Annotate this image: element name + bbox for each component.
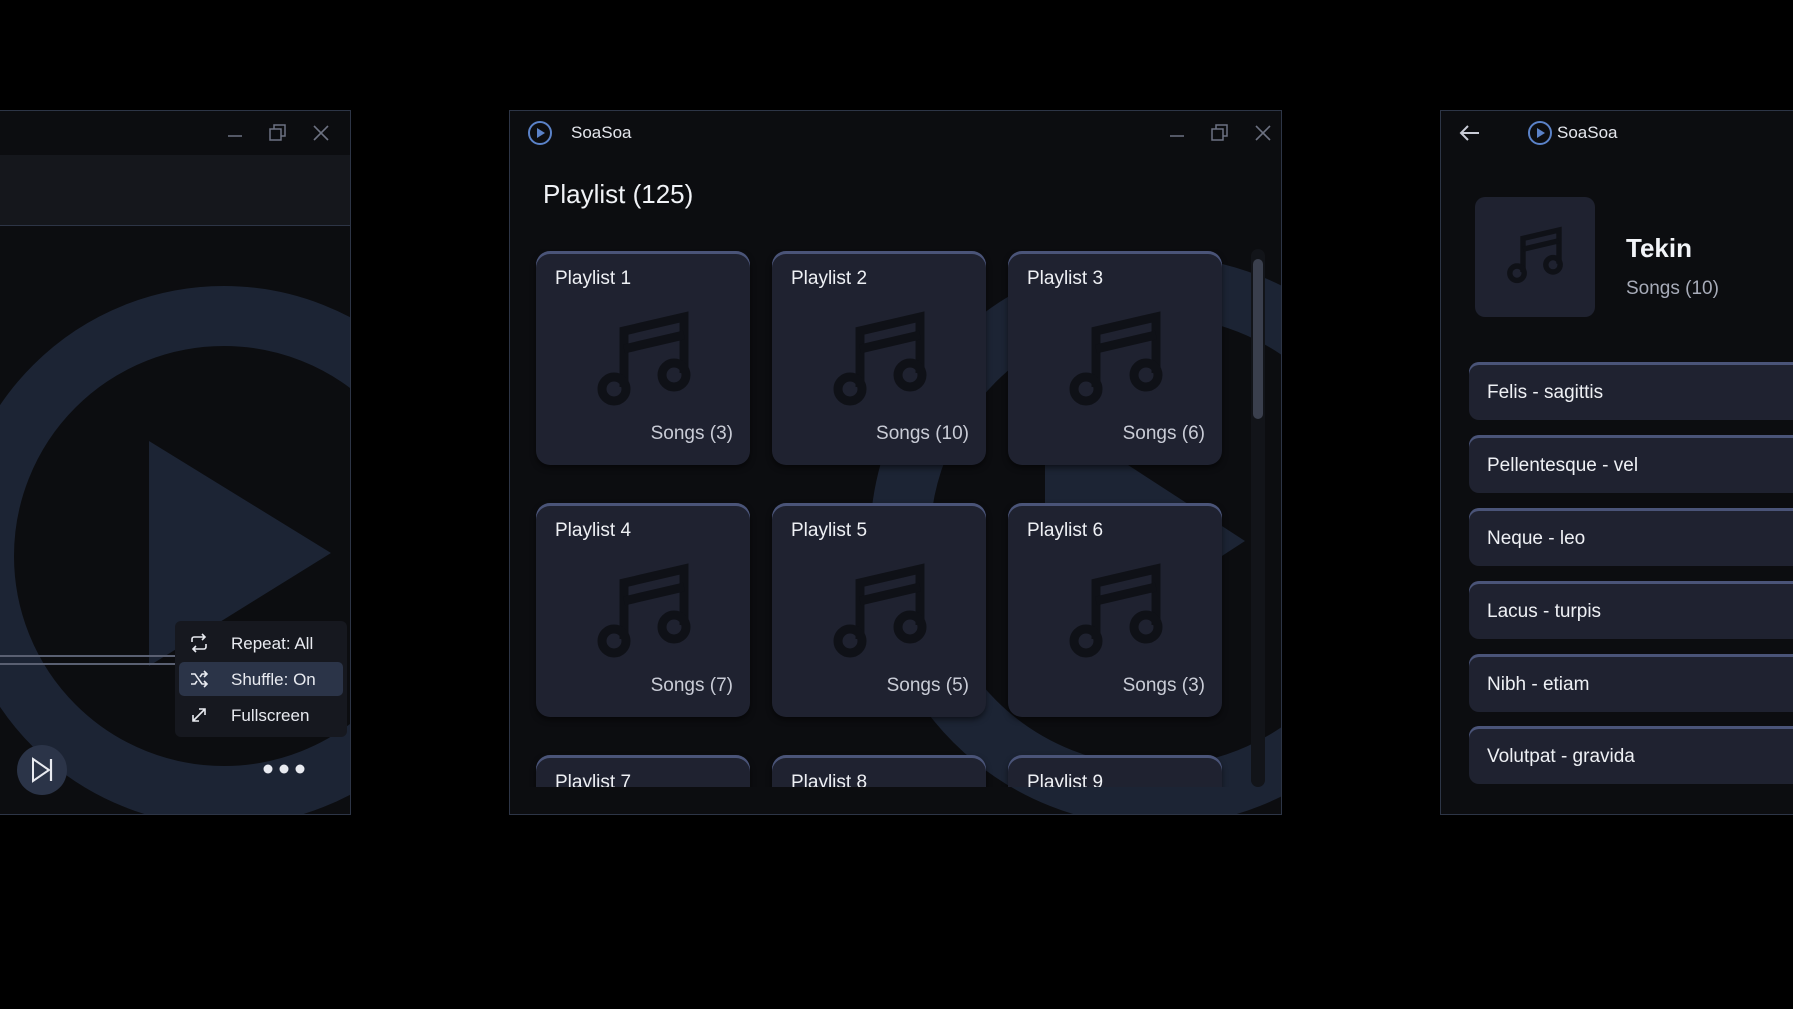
menu-item-label: Repeat: All [231, 634, 314, 653]
menu-item-label: Fullscreen [231, 706, 310, 725]
music-note-icon [833, 311, 927, 406]
song-title: Felis - sagittis [1487, 382, 1604, 403]
music-note-icon [1507, 226, 1563, 284]
scrollbar[interactable] [1251, 249, 1265, 787]
player-window: Repeat: All Shuffle: On Fullscreen [0, 110, 351, 815]
back-arrow-icon[interactable] [1456, 121, 1484, 145]
album-titlebar: SoaSoa [1441, 111, 1793, 153]
restore-icon[interactable] [1206, 121, 1234, 145]
shuffle-icon [191, 670, 209, 688]
app-logo-icon [1526, 121, 1554, 145]
playlist-name: Playlist 3 [1027, 268, 1104, 289]
playlist-card[interactable]: Playlist 9 [1008, 755, 1222, 787]
song-title: Neque - leo [1487, 528, 1586, 549]
song-row[interactable]: Felis - sagittis [1469, 362, 1793, 420]
song-title: Lacus - turpis [1487, 601, 1602, 622]
page-title: Playlist (125) [543, 179, 694, 209]
player-header-bar [0, 155, 350, 226]
playlist-card[interactable]: Playlist 3 Songs (6) [1008, 251, 1222, 465]
playlist-name: Playlist 9 [1027, 772, 1104, 787]
playlist-song-count: Songs (5) [886, 675, 969, 696]
playlist-card[interactable]: Playlist 2 Songs (10) [772, 251, 986, 465]
playlist-card[interactable]: Playlist 7 [536, 755, 750, 787]
music-note-icon [1069, 311, 1163, 406]
skip-next-button[interactable] [17, 745, 67, 795]
song-title: Pellentesque - vel [1487, 455, 1639, 476]
close-icon[interactable] [307, 121, 335, 145]
menu-item-repeat[interactable]: Repeat: All [179, 626, 343, 660]
album-art [1475, 197, 1595, 317]
song-row[interactable]: Lacus - turpis [1469, 581, 1793, 639]
minimize-icon[interactable] [221, 121, 249, 145]
playlist-name: Playlist 6 [1027, 520, 1104, 541]
fullscreen-icon [192, 708, 206, 722]
more-options-button[interactable] [261, 751, 307, 787]
skip-next-icon [32, 757, 53, 783]
menu-item-fullscreen[interactable]: Fullscreen [179, 698, 343, 732]
playlist-name: Playlist 5 [791, 520, 868, 541]
song-row[interactable]: Nibh - etiam [1469, 654, 1793, 712]
playlist-grid: Playlist 1 Songs (3) Playlist 2 Songs (1… [510, 249, 1281, 787]
playlist-name: Playlist 4 [555, 520, 632, 541]
playlist-card[interactable]: Playlist 1 Songs (3) [536, 251, 750, 465]
album-window: SoaSoa Tekin Songs (10) Felis - sagittis… [1440, 110, 1793, 815]
playlist-window: SoaSoa Playlist (125) Playlist 1 Songs (… [509, 110, 1282, 815]
app-logo-icon [526, 121, 554, 145]
song-row[interactable]: Neque - leo [1469, 508, 1793, 566]
player-titlebar [0, 111, 350, 153]
menu-item-label: Shuffle: On [231, 670, 316, 689]
playlist-card[interactable]: Playlist 6 Songs (3) [1008, 503, 1222, 717]
repeat-icon [191, 633, 207, 653]
playlist-song-count: Songs (7) [650, 675, 733, 696]
app-name: SoaSoa [1557, 123, 1618, 142]
song-row[interactable]: Volutpat - gravida [1469, 726, 1793, 784]
scrollbar-thumb[interactable] [1253, 259, 1263, 419]
playlist-song-count: Songs (3) [650, 423, 733, 444]
playlist-song-count: Songs (6) [1122, 423, 1205, 444]
album-title: Tekin [1626, 233, 1692, 263]
song-row[interactable]: Pellentesque - vel [1469, 435, 1793, 493]
seek-track[interactable] [0, 655, 177, 657]
playlist-name: Playlist 2 [791, 268, 868, 289]
app-name: SoaSoa [571, 123, 632, 142]
song-title: Volutpat - gravida [1487, 746, 1635, 767]
playlist-card[interactable]: Playlist 4 Songs (7) [536, 503, 750, 717]
song-title: Nibh - etiam [1487, 674, 1590, 695]
playlist-song-count: Songs (3) [1122, 675, 1205, 696]
music-note-icon [597, 563, 691, 658]
music-note-icon [1069, 563, 1163, 658]
playlist-card[interactable]: Playlist 8 [772, 755, 986, 787]
restore-icon[interactable] [264, 121, 292, 145]
playlist-name: Playlist 1 [555, 268, 632, 289]
playlist-song-count: Songs (10) [876, 423, 969, 444]
playlist-titlebar: SoaSoa [510, 111, 1281, 153]
playlist-name: Playlist 8 [791, 772, 868, 787]
playlist-card[interactable]: Playlist 5 Songs (5) [772, 503, 986, 717]
album-song-count: Songs (10) [1626, 278, 1719, 299]
volume-track[interactable] [0, 663, 177, 665]
more-icon [263, 764, 305, 774]
minimize-icon[interactable] [1163, 121, 1191, 145]
close-icon[interactable] [1249, 121, 1277, 145]
options-menu: Repeat: All Shuffle: On Fullscreen [175, 621, 347, 737]
music-note-icon [597, 311, 691, 406]
menu-item-shuffle[interactable]: Shuffle: On [179, 662, 343, 696]
playlist-name: Playlist 7 [555, 772, 632, 787]
music-note-icon [833, 563, 927, 658]
